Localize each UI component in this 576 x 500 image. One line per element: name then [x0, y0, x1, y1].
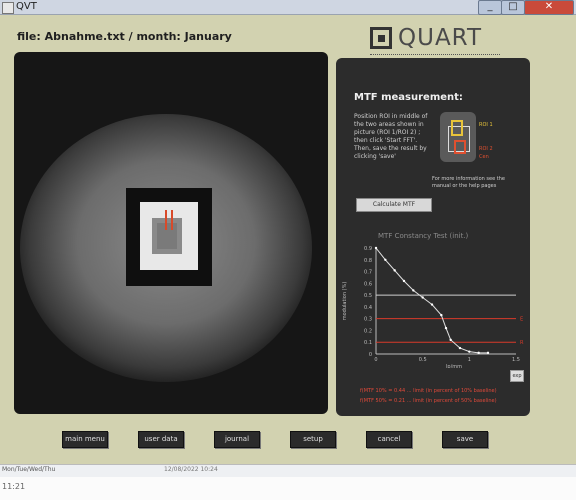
xray-image-panel [14, 52, 328, 414]
main-menu-button[interactable]: main menu [62, 431, 108, 448]
mtf-data-point [430, 303, 434, 306]
roi-diagram-icon [440, 112, 476, 162]
setup-button[interactable]: setup [290, 431, 336, 448]
mtf-data-point [412, 289, 415, 292]
mtf-data-point [440, 313, 443, 317]
reference-line-label: E [520, 317, 523, 323]
y-tick-label: 0 [369, 352, 372, 358]
window-title: QVT [16, 1, 37, 12]
close-button[interactable]: ✕ [524, 0, 574, 15]
mtf-footnote-50: f(MTF 50% = 0.21 ... limit (in percent o… [360, 398, 497, 404]
mtf-data-point [449, 338, 452, 342]
reference-line-label: R [520, 340, 524, 346]
mtf-chart: E R 0 0.1 0.2 0.3 0.4 0.5 0.6 0.7 0.8 0.9 0 0.5 1 1.5 lp… [342, 246, 524, 368]
x-tick-label: 1.5 [512, 357, 520, 363]
minimize-button[interactable]: _ [478, 0, 502, 15]
calculate-mtf-button[interactable]: Calculate MTF [356, 198, 432, 212]
y-tick-label: 0.5 [364, 293, 372, 299]
mtf-data-point [384, 258, 387, 261]
xray-image [20, 114, 312, 382]
status-bar: 11:21 [0, 477, 576, 500]
maximize-button[interactable]: □ [501, 0, 525, 15]
mtf-data-point [421, 296, 424, 299]
mtf-data-point [393, 269, 396, 272]
y-tick-label: 0.8 [364, 258, 372, 264]
taskbar-item-date: 12/08/2022 10:24 [164, 466, 218, 473]
file-header: file: Abnahme.txt / month: January [17, 30, 232, 43]
user-data-button[interactable]: user data [138, 431, 184, 448]
x-tick-label: 1 [468, 357, 471, 363]
logo-name: QUART [398, 25, 483, 51]
y-tick-label: 0.9 [364, 246, 372, 252]
mtf-data-point [458, 346, 462, 350]
roi2-marker [454, 140, 466, 154]
y-tick-label: 0.6 [364, 281, 372, 287]
mtf-info: For more information see the manual or t… [432, 176, 505, 189]
app-icon [2, 2, 14, 14]
mtf-data-point [477, 351, 480, 355]
logo-mark [370, 27, 392, 49]
mtf-panel: MTF measurement: Position ROI in middle … [336, 58, 530, 416]
app-window: file: Abnahme.txt / month: January QUART [0, 15, 576, 464]
x-axis-label: lp/mm [446, 364, 462, 368]
mtf-instructions: Position ROI in middle of the two areas … [354, 113, 428, 160]
roi1-marker [451, 120, 463, 136]
save-button[interactable]: save [442, 431, 488, 448]
bottom-button-bar: main menu user data journal setup cancel… [0, 431, 576, 449]
roi2-label: ROI 2 [479, 146, 493, 152]
mtf-data-point [486, 351, 490, 355]
journal-button[interactable]: journal [214, 431, 260, 448]
x-tick-label: 0.5 [419, 357, 427, 363]
mtf-heading: MTF measurement: [354, 92, 463, 103]
window-titlebar: QVT _ □ ✕ [0, 0, 576, 15]
cancel-button[interactable]: cancel [366, 431, 412, 448]
y-tick-label: 0.3 [364, 317, 372, 323]
y-axis-label: modulation (%) [342, 282, 348, 321]
mtf-data-point [444, 326, 448, 330]
y-tick-label: 0.2 [364, 328, 372, 334]
mtf-data-point [468, 350, 471, 353]
mtf-data-point [374, 246, 378, 250]
taskbar-row: Mon/Tue/Wed/Thu 12/08/2022 10:24 [0, 464, 576, 477]
status-time: 11:21 [2, 482, 26, 491]
roi-center-label: Cen [479, 154, 489, 160]
x-tick-label: 0 [374, 357, 377, 363]
mtf-footnote-10: f(MTF 10% = 0.44 ... limit (in percent o… [360, 388, 497, 394]
export-button[interactable]: exp [510, 370, 524, 382]
mtf-data-point [402, 279, 406, 283]
roi1-label: ROI 1 [479, 122, 493, 128]
y-tick-label: 0.7 [364, 270, 372, 276]
y-tick-label: 0.1 [364, 340, 372, 346]
y-tick-label: 0.4 [364, 305, 372, 311]
mtf-series-line [375, 247, 488, 354]
taskbar-item[interactable]: Mon/Tue/Wed/Thu [2, 466, 55, 473]
